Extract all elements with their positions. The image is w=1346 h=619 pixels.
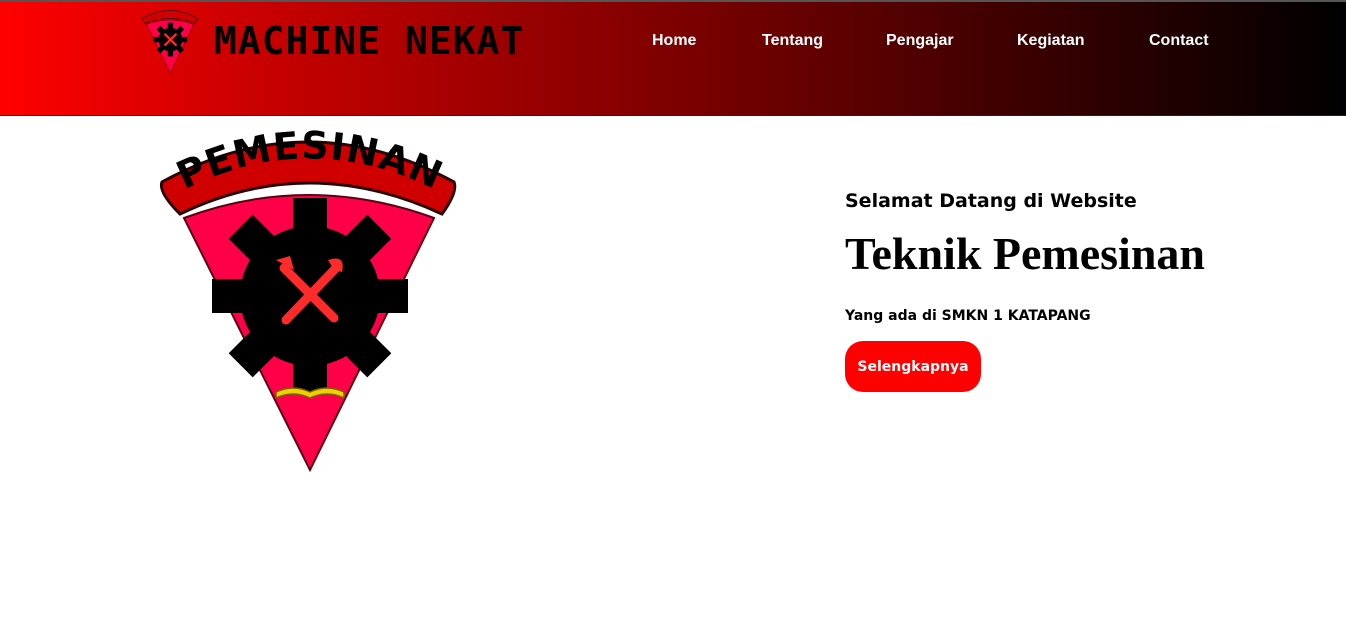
nav-pengajar[interactable]: Pengajar — [886, 32, 954, 50]
nav-tentang[interactable]: Tentang — [762, 32, 823, 50]
welcome-text: Selamat Datang di Website — [845, 190, 1137, 212]
nav-contact[interactable]: Contact — [1149, 32, 1209, 50]
nav-kegiatan[interactable]: Kegiatan — [1017, 32, 1085, 50]
hero-text-block: Selamat Datang di Website Teknik Pemesin… — [845, 188, 1325, 392]
pemesinan-logo-icon — [141, 10, 199, 74]
site-header: MACHINE NEKAT Home Tentang Pengajar Kegi… — [0, 2, 1346, 116]
hero-headline: Teknik Pemesinan — [845, 228, 1206, 279]
read-more-button[interactable]: Selengkapnya — [845, 341, 981, 392]
site-title: MACHINE NEKAT — [214, 19, 525, 63]
hero-pemesinan-logo: PEMESINAN — [159, 130, 457, 473]
nav-home[interactable]: Home — [652, 32, 696, 50]
hero-subtext: Yang ada di SMKN 1 KATAPANG — [845, 308, 1091, 324]
